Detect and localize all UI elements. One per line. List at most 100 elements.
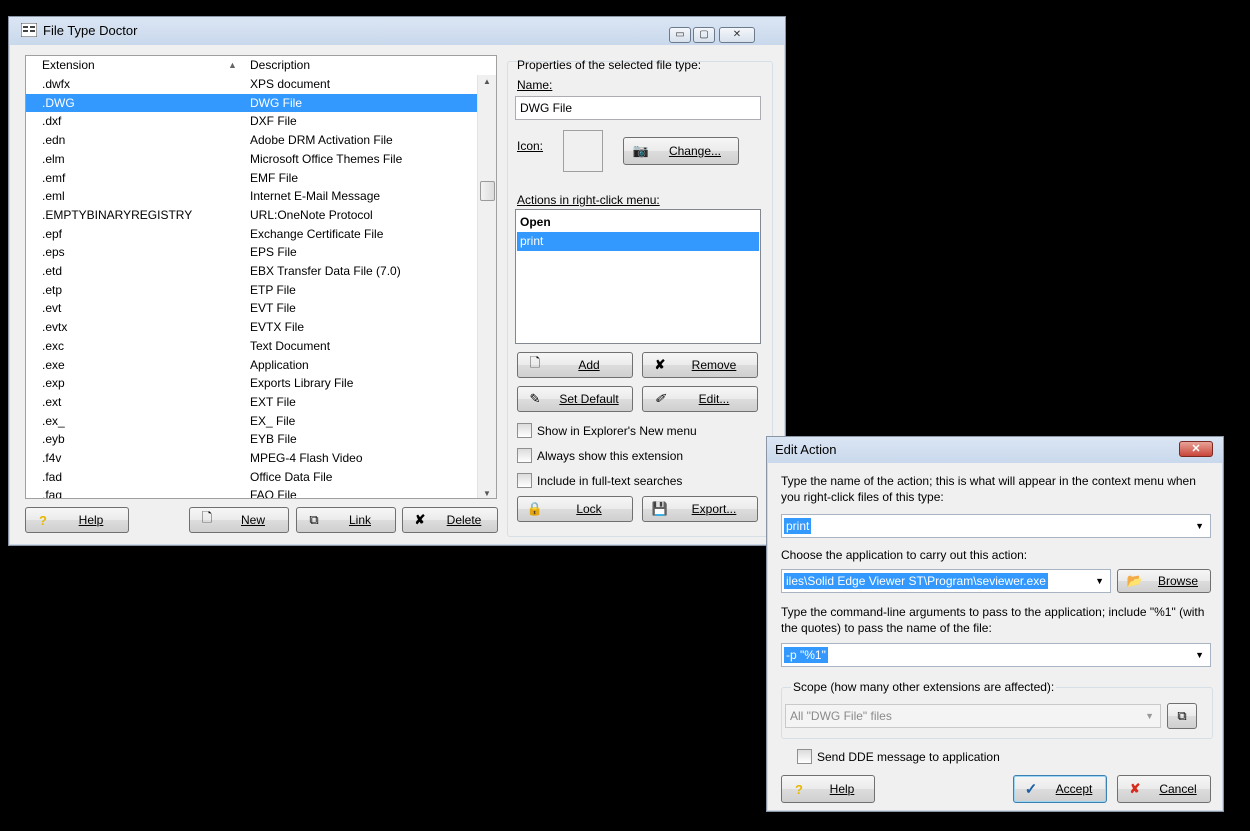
add-action-button[interactable]: 🗋 Add: [517, 352, 633, 378]
checkbox-dde[interactable]: Send DDE message to application: [797, 749, 1000, 764]
table-row[interactable]: .f4v MPEG-4 Flash Video: [26, 449, 478, 468]
name-field[interactable]: DWG File: [515, 96, 761, 120]
scope-combo[interactable]: All "DWG File" files ▼: [785, 704, 1161, 728]
table-row[interactable]: .ex_ EX_ File: [26, 412, 478, 431]
table-row[interactable]: .dxf DXF File: [26, 112, 478, 131]
scroll-down-icon[interactable]: ▼: [478, 489, 496, 498]
delete-label: Delete: [446, 513, 482, 527]
actions-label: Actions in right-click menu:: [517, 193, 660, 207]
checkbox-box[interactable]: [517, 473, 532, 488]
help-label: Help: [78, 513, 104, 527]
table-row[interactable]: .eml Internet E-Mail Message: [26, 187, 478, 206]
scroll-up-icon[interactable]: ▲: [478, 77, 496, 86]
checkbox-fulltext[interactable]: Include in full-text searches: [517, 473, 682, 488]
chevron-down-icon[interactable]: ▼: [1145, 711, 1154, 721]
file-type-list[interactable]: Extension ▲ Description .dwfx XPS documen…: [25, 55, 497, 499]
edit-action-titlebar[interactable]: Edit Action ✕: [767, 437, 1223, 463]
extension-cell: .exe: [42, 357, 65, 372]
table-row[interactable]: .DWG DWG File: [26, 93, 478, 113]
table-row[interactable]: .emf EMF File: [26, 169, 478, 188]
lock-button[interactable]: 🔒 Lock: [517, 496, 633, 522]
extension-cell: .etd: [42, 264, 63, 278]
table-row[interactable]: .exe Application: [26, 356, 478, 375]
accept-button[interactable]: ✓ Accept: [1013, 775, 1107, 803]
chevron-down-icon[interactable]: ▼: [1095, 576, 1104, 586]
chevron-down-icon[interactable]: ▼: [1195, 650, 1204, 660]
edit-action-button[interactable]: ✐ Edit...: [642, 386, 758, 412]
maximize-button[interactable]: ▢: [693, 27, 715, 43]
link-button[interactable]: ⧉ Link: [296, 507, 396, 533]
table-row[interactable]: .ext EXT File: [26, 393, 478, 412]
delete-button[interactable]: ✘ Delete: [402, 507, 498, 533]
table-row[interactable]: .fad Office Data File: [26, 468, 478, 487]
chevron-down-icon[interactable]: ▼: [1195, 521, 1204, 531]
table-row[interactable]: .faq FAQ File: [26, 486, 478, 499]
set-default-button[interactable]: ✎ Set Default: [517, 386, 633, 412]
dialog-help-button[interactable]: ? Help: [781, 775, 875, 803]
application-combo[interactable]: iles\Solid Edge Viewer ST\Program\seview…: [781, 569, 1111, 593]
extension-cell: .dxf: [42, 114, 62, 129]
checkbox-box[interactable]: [517, 448, 532, 463]
actions-list[interactable]: Open print: [515, 209, 761, 344]
scope-settings-button[interactable]: ⧉: [1167, 703, 1197, 729]
description-cell: DXF File: [250, 114, 297, 129]
checkbox-always-show-label: Always show this extension: [537, 448, 684, 463]
extension-cell: .elm: [42, 151, 65, 166]
column-header-extension[interactable]: Extension ▲: [26, 56, 249, 74]
minimize-button[interactable]: ▭: [669, 27, 691, 43]
table-row[interactable]: .eps EPS File: [26, 243, 478, 262]
extension-cell: .edn: [42, 133, 66, 148]
checkbox-new-menu-label: Show in Explorer's New menu: [537, 423, 697, 438]
table-row[interactable]: .exc Text Document: [26, 337, 478, 356]
cancel-button[interactable]: ✘ Cancel: [1117, 775, 1211, 803]
checkbox-dde-label: Send DDE message to application: [817, 749, 1000, 764]
vertical-scrollbar[interactable]: ▲ ▼: [477, 75, 496, 498]
extension-cell: .epf: [42, 226, 63, 241]
description-cell: EPS File: [250, 245, 297, 260]
table-row[interactable]: .evt EVT File: [26, 299, 478, 318]
table-row[interactable]: .edn Adobe DRM Activation File: [26, 131, 478, 150]
checkbox-box[interactable]: [517, 423, 532, 438]
delete-icon: ✘: [414, 512, 426, 527]
close-button[interactable]: ✕: [719, 27, 755, 43]
prompt-arguments: Type the command-line arguments to pass …: [781, 605, 1205, 635]
dialog-help-label: Help: [829, 782, 855, 796]
change-icon-button[interactable]: 📷 Change...: [623, 137, 739, 165]
new-button[interactable]: 🗋 New: [189, 507, 289, 533]
extension-cell: .fad: [42, 469, 63, 484]
table-row[interactable]: .etp ETP File: [26, 281, 478, 300]
checkbox-box[interactable]: [797, 749, 812, 764]
name-label: Name:: [517, 78, 553, 92]
table-row[interactable]: .elm Microsoft Office Themes File: [26, 150, 478, 169]
scroll-thumb[interactable]: [480, 181, 495, 201]
extension-cell: .faq: [42, 488, 63, 499]
browse-label: Browse: [1157, 574, 1198, 588]
export-button[interactable]: 💾 Export...: [642, 496, 758, 522]
table-row[interactable]: .epf Exchange Certificate File: [26, 225, 478, 244]
main-titlebar[interactable]: File Type Doctor ▭ ▢ ✕: [9, 17, 785, 45]
table-row[interactable]: .EMPTYBINARYREGISTRY URL:OneNote Protocol: [26, 206, 478, 225]
action-name-combo[interactable]: print ▼: [781, 514, 1211, 538]
prompt-application: Choose the application to carry out this…: [781, 548, 1028, 562]
checkbox-always-show[interactable]: Always show this extension: [517, 448, 683, 463]
table-row[interactable]: .etd EBX Transfer Data File (7.0): [26, 262, 478, 281]
main-title: File Type Doctor: [43, 23, 138, 38]
description-cell: Application: [250, 357, 309, 372]
remove-action-button[interactable]: ✘ Remove: [642, 352, 758, 378]
table-row[interactable]: .exp Exports Library File: [26, 374, 478, 393]
column-header-description[interactable]: Description: [248, 56, 496, 74]
extension-cell: .EMPTYBINARYREGISTRY: [42, 207, 193, 222]
table-row[interactable]: .eyb EYB File: [26, 430, 478, 449]
action-item[interactable]: print: [517, 232, 759, 251]
arguments-combo[interactable]: -p "%1" ▼: [781, 643, 1211, 667]
checkbox-new-menu[interactable]: Show in Explorer's New menu: [517, 423, 697, 438]
link-label: Link: [348, 513, 371, 527]
action-item[interactable]: Open: [517, 213, 759, 232]
help-button[interactable]: ? Help: [25, 507, 129, 533]
browse-button[interactable]: 📂 Browse: [1117, 569, 1211, 593]
description-cell: URL:OneNote Protocol: [250, 207, 373, 222]
table-row[interactable]: .dwfx XPS document: [26, 75, 478, 94]
table-row[interactable]: .evtx EVTX File: [26, 318, 478, 337]
dialog-close-button[interactable]: ✕: [1179, 441, 1213, 457]
close-icon: ✕: [1191, 443, 1201, 455]
